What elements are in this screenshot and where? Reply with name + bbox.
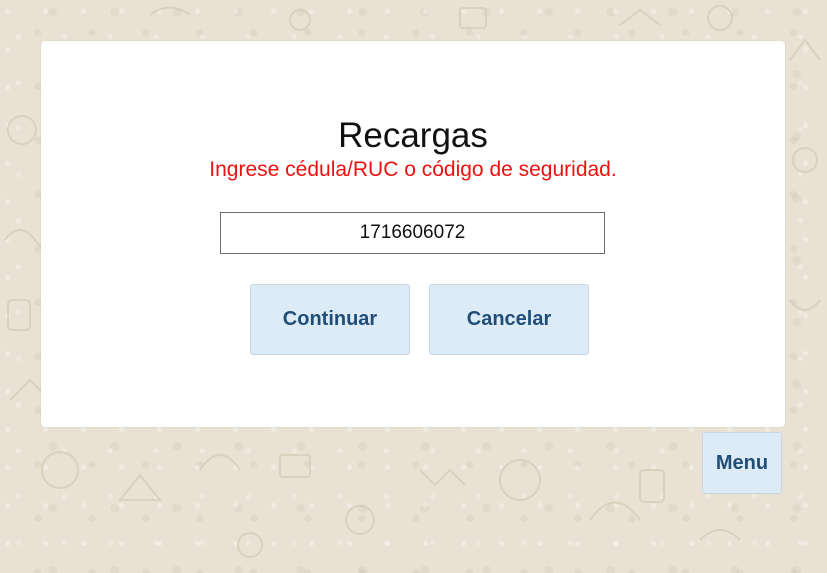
continue-button[interactable]: Continuar xyxy=(250,284,410,355)
id-input[interactable] xyxy=(220,212,605,254)
instruction-message: Ingrese cédula/RUC o código de seguridad… xyxy=(209,158,617,181)
dialog-title: Recargas xyxy=(338,116,488,155)
cancel-button[interactable]: Cancelar xyxy=(429,284,589,355)
recargas-dialog: Recargas Ingrese cédula/RUC o código de … xyxy=(41,41,785,427)
menu-button[interactable]: Menu xyxy=(702,432,782,494)
